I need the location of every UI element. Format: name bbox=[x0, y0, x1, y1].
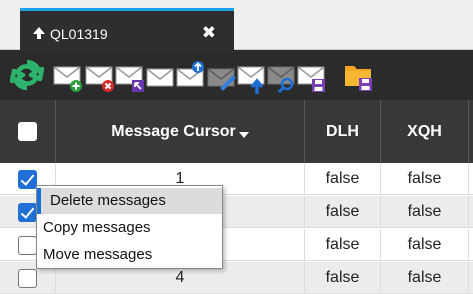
menu-item-move-messages[interactable]: Move messages bbox=[37, 242, 222, 268]
xqh-cell: false bbox=[381, 262, 469, 294]
close-icon[interactable]: ✖ bbox=[202, 24, 216, 42]
move-cursor-button[interactable] bbox=[114, 58, 146, 94]
mail-icon bbox=[146, 68, 174, 87]
refresh-button[interactable] bbox=[10, 58, 44, 94]
mail-send-button[interactable] bbox=[236, 58, 268, 94]
add-message-button[interactable] bbox=[52, 58, 84, 94]
refresh-icon bbox=[10, 59, 44, 91]
tab-ql01319[interactable]: QL01319 ✖ bbox=[20, 8, 234, 50]
xqh-cell: false bbox=[381, 163, 469, 195]
folder-save-icon bbox=[345, 66, 372, 91]
dlh-cell: false bbox=[305, 262, 381, 294]
select-all-checkbox[interactable] bbox=[18, 122, 37, 141]
menu-item-delete-messages[interactable]: Delete messages bbox=[37, 188, 222, 214]
column-label: Message Cursor bbox=[111, 122, 236, 140]
dlh-cell: false bbox=[305, 163, 381, 195]
tab-title: QL01319 bbox=[50, 26, 108, 42]
column-header-xqh[interactable]: XQH bbox=[381, 100, 469, 163]
mail-cursor-icon bbox=[115, 66, 144, 92]
column-label: DLH bbox=[326, 122, 359, 140]
column-header-message-cursor[interactable]: Message Cursor bbox=[56, 100, 305, 163]
mail-add-icon bbox=[53, 66, 82, 92]
sort-desc-icon bbox=[238, 131, 249, 138]
xqh-cell: false bbox=[381, 196, 469, 228]
grid-header: Message Cursor DLH XQH bbox=[0, 100, 473, 163]
row-checkbox[interactable] bbox=[18, 268, 37, 288]
column-label: XQH bbox=[407, 122, 442, 140]
mail-button[interactable] bbox=[145, 58, 175, 94]
row-checkbox[interactable] bbox=[18, 169, 37, 189]
mail-upload-icon bbox=[176, 61, 204, 87]
dlh-cell: false bbox=[305, 229, 381, 261]
select-all-cell bbox=[0, 100, 56, 163]
mail-edit-button[interactable] bbox=[206, 58, 238, 94]
tab-strip: QL01319 ✖ bbox=[0, 0, 473, 50]
mail-save-icon bbox=[297, 66, 325, 92]
column-header-dlh[interactable]: DLH bbox=[305, 100, 381, 163]
toolbar bbox=[0, 50, 473, 100]
arrow-up-icon bbox=[33, 27, 45, 39]
delete-message-button[interactable] bbox=[84, 58, 116, 94]
mail-send-icon bbox=[237, 66, 265, 94]
dlh-cell: false bbox=[305, 196, 381, 228]
xqh-cell: false bbox=[381, 229, 469, 261]
context-menu: Delete messages Copy messages Move messa… bbox=[36, 185, 223, 269]
row-checkbox[interactable] bbox=[18, 202, 37, 222]
mail-upload-button[interactable] bbox=[175, 58, 207, 94]
row-checkbox[interactable] bbox=[18, 235, 37, 255]
menu-item-copy-messages[interactable]: Copy messages bbox=[37, 215, 222, 241]
mail-search-icon bbox=[267, 66, 295, 94]
mail-save-button[interactable] bbox=[296, 58, 328, 94]
mail-edit-icon bbox=[207, 68, 236, 91]
mail-search-button[interactable] bbox=[266, 58, 298, 94]
mail-delete-icon bbox=[85, 66, 114, 92]
folder-save-button[interactable] bbox=[343, 58, 375, 94]
